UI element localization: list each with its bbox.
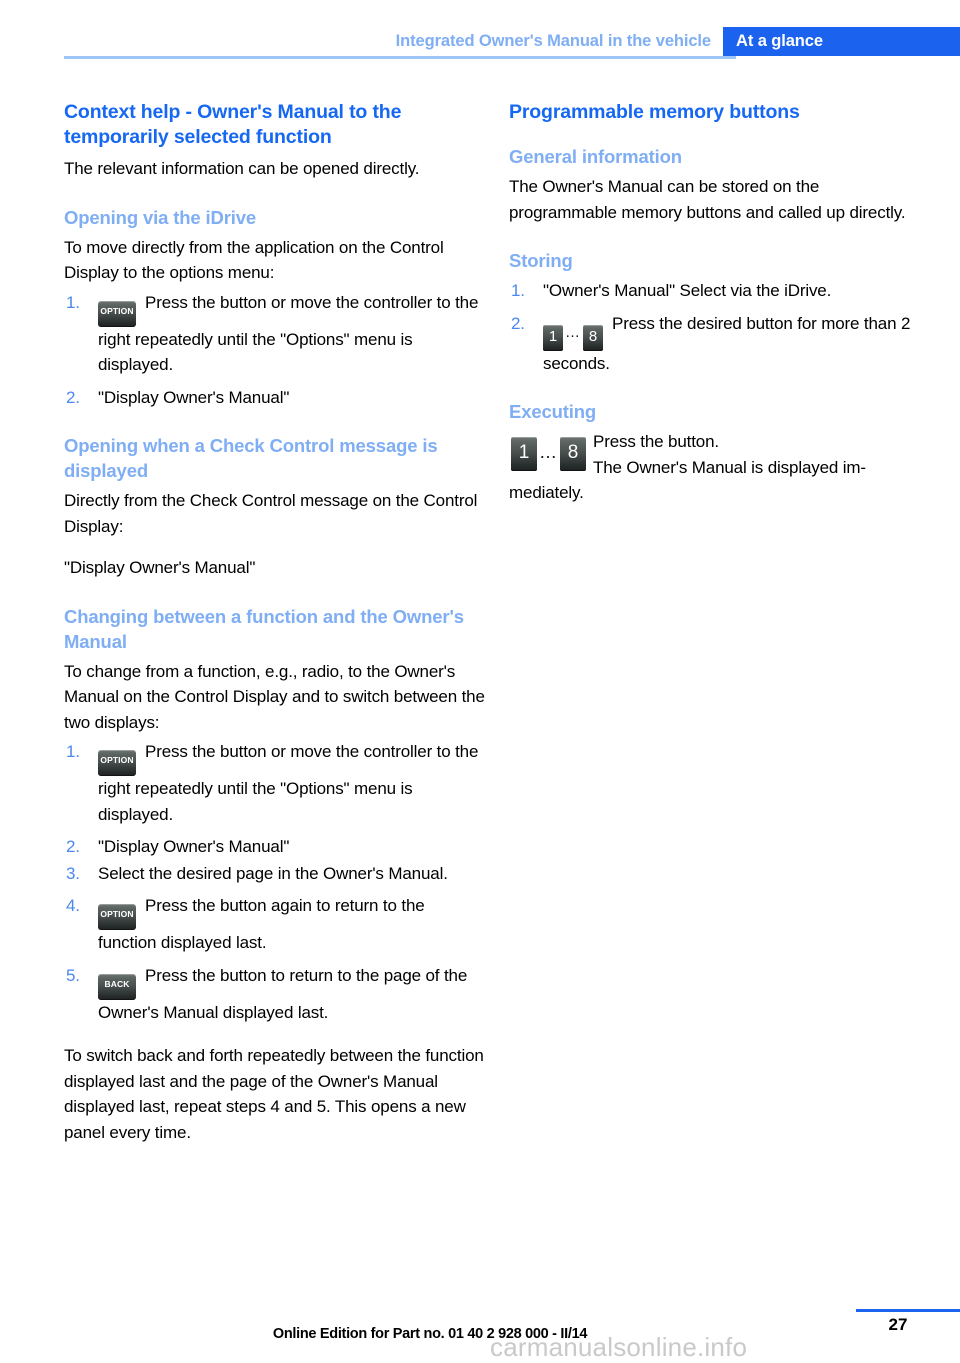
heading-general-information: General information [509,146,682,167]
page-number: 27 [888,1315,908,1334]
step-number: 1. [511,281,525,300]
step-number: 4. [66,896,80,915]
header-section-badge: At a glance [723,27,960,56]
page-header: Integrated Owner's Manual in the vehicle… [0,0,960,62]
step-text: Press the button again to return to the … [98,896,425,952]
list-item: 2. "Display Owner's Manual" [64,834,486,860]
header-divider-rule [64,56,736,59]
executing-line-3: mediately. [509,483,584,502]
step-number: 1. [66,742,80,761]
check-control-lead-paragraph: Directly from the Check Control message … [64,491,478,536]
list-item: 1. "Owner's Manual" Select via the iDriv… [509,278,931,304]
general-information-paragraph: The Owner's Manual can be stored on the … [509,177,906,222]
step-number: 2. [66,837,80,856]
left-column: Context help - Owner's Manual to the tem… [64,100,486,1149]
list-item: 4. OPTION Press the button again to retur… [64,893,486,956]
option-button-icon: OPTION [98,300,136,327]
step-text: Press the button or move the controller … [98,742,479,824]
step-number: 5. [66,965,80,985]
footer-page-rule [856,1309,960,1312]
list-item: 2. 1… 8 Press the desired button for more… [509,311,931,377]
back-button-icon: BACK [98,973,136,1000]
left-page-title: Context help - Owner's Manual to the tem… [64,101,402,148]
executing-block: 1… 8 Press the button. The Owner's Manual… [509,429,931,480]
memory-button-8-icon: 8 [560,437,586,471]
site-watermark: carmanualsonline.info [490,1332,748,1362]
step-text: Press the button or move the controller … [98,292,479,375]
list-item: 2. "Display Owner's Manual" [64,385,486,411]
option-button-icon: OPTION [98,750,136,776]
list-item: 1. OPTION Press the button or move the co… [64,739,486,827]
check-control-quote: "Display Owner's Manual" [64,558,256,577]
left-intro-paragraph: The relevant information can be opened d… [64,159,420,178]
heading-storing: Storing [509,250,573,271]
step-text: Press the button to return to the page o… [98,965,468,1022]
heading-executing: Executing [509,401,597,422]
step-text: "Display Owner's Manual" [98,837,290,856]
step-number: 3. [66,863,80,883]
right-page-title: Programmable memory buttons [509,101,800,123]
memory-button-1-icon: 1 [543,324,563,351]
step-text: "Display Owner's Manual" [98,387,290,407]
heading-changing-function: Changing between a function and the Owne… [64,605,464,652]
step-number: 1. [66,292,80,312]
memory-buttons-range-icon: 1… 8 [543,317,603,351]
changing-steps-list: 1. OPTION Press the button or move the co… [64,739,486,1025]
page-footer: Online Edition for Part no. 01 40 2 928 … [0,1300,960,1362]
step-text: Select the desired page in the Owner's M… [98,863,448,883]
list-item: 1. OPTION Press the button or move the co… [64,290,486,378]
changing-lead-paragraph: To change from a function, e.g., radio, … [64,661,485,732]
ellipsis-separator: … [565,323,581,341]
header-breadcrumb: Integrated Owner's Manual in the vehicle… [0,27,960,56]
memory-buttons-range-icon-large: 1… 8 [511,437,586,471]
changing-closing-paragraph: To switch back and forth repeatedly betw… [64,1046,484,1142]
ellipsis-separator: … [539,442,558,462]
heading-opening-via-idrive: Opening via the iDrive [64,206,257,228]
idrive-lead-paragraph: To move directly from the application on… [64,237,444,283]
header-chapter-label: Integrated Owner's Manual in the vehicle [395,32,711,50]
step-text: "Owner's Manual" Select via the iDrive. [543,281,832,300]
heading-opening-check-control: Opening when a Check Control message is … [64,435,438,481]
right-column: Programmable memory buttons General info… [509,100,931,506]
idrive-steps-list: 1. OPTION Press the button or move the co… [64,290,486,411]
storing-steps-list: 1. "Owner's Manual" Select via the iDriv… [509,278,931,376]
memory-button-8-icon: 8 [583,324,603,351]
list-item: 5. BACK Press the button to return to the… [64,963,486,1026]
step-number: 2. [511,313,525,333]
step-number: 2. [66,387,80,407]
memory-button-1-icon: 1 [511,437,537,471]
option-button-icon: OPTION [98,904,136,930]
list-item: 3. Select the desired page in the Owner'… [64,861,486,887]
